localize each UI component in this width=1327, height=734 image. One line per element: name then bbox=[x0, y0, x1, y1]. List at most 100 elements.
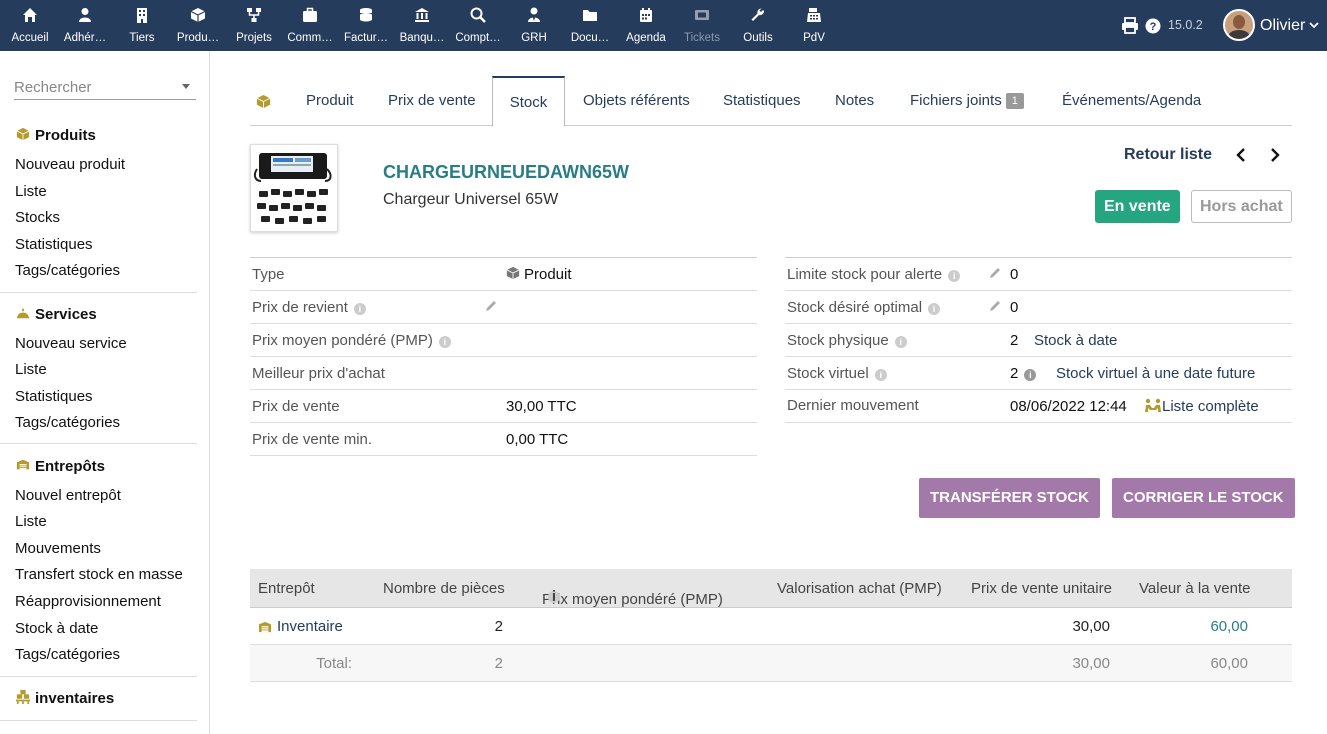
help-icon[interactable]: ? bbox=[1145, 17, 1161, 34]
sidebar-item-service-stats[interactable]: Statistiques bbox=[15, 388, 93, 405]
group-title: Services bbox=[35, 306, 97, 323]
ticket-icon bbox=[695, 10, 709, 20]
info-icon[interactable]: i bbox=[928, 303, 941, 315]
menu-accounting[interactable]: Compt… bbox=[450, 0, 506, 51]
top-navbar: Accueil Adhér… Tiers Produ… Projets Comm… bbox=[0, 0, 1327, 51]
field-row-alert-limit: Limite stock pour alerte i 0 bbox=[785, 258, 1292, 291]
menu-tickets[interactable]: Tickets bbox=[674, 0, 730, 51]
transfer-stock-button[interactable]: TRANSFÉRER STOCK bbox=[919, 478, 1100, 518]
chevron-down-icon[interactable] bbox=[1309, 22, 1319, 29]
sidebar-item-product-list[interactable]: Liste bbox=[15, 183, 47, 200]
menu-tools[interactable]: Outils bbox=[730, 0, 786, 51]
previous-icon[interactable] bbox=[1234, 147, 1248, 163]
sidebar-head-warehouses[interactable]: Entrepôts bbox=[15, 458, 105, 478]
product-photo[interactable] bbox=[250, 144, 338, 232]
sidebar-item-new-warehouse[interactable]: Nouvel entrepôt bbox=[15, 487, 121, 504]
menu-products[interactable]: Produ… bbox=[170, 0, 226, 51]
menu-documents[interactable]: Docu… bbox=[562, 0, 618, 51]
stock-at-date-link[interactable]: Stock à date bbox=[1034, 332, 1117, 349]
sidebar-item-service-list[interactable]: Liste bbox=[15, 361, 47, 378]
info-icon[interactable]: i bbox=[438, 336, 451, 348]
menu-billing[interactable]: Factur… bbox=[338, 0, 394, 51]
calendar-icon bbox=[640, 8, 652, 22]
next-icon[interactable] bbox=[1268, 147, 1282, 163]
back-to-list-link[interactable]: Retour liste bbox=[1124, 146, 1212, 164]
sidebar-item-replenishment[interactable]: Réapprovisionnement bbox=[15, 593, 161, 610]
divider bbox=[0, 443, 197, 444]
pencil-icon[interactable] bbox=[988, 266, 1002, 280]
pencil-icon[interactable] bbox=[988, 299, 1002, 313]
menu-label: GRH bbox=[521, 32, 547, 44]
warehouse-link[interactable]: Inventaire bbox=[277, 618, 343, 635]
cell-unit-price: 30,00 bbox=[1072, 618, 1110, 635]
avatar[interactable] bbox=[1223, 9, 1255, 41]
menu-thirdparties[interactable]: Tiers bbox=[114, 0, 170, 51]
virtual-stock-future-link[interactable]: Stock virtuel à une date future bbox=[1056, 365, 1255, 382]
sidebar-item-new-product[interactable]: Nouveau produit bbox=[15, 156, 125, 173]
pencil-icon[interactable] bbox=[484, 299, 498, 313]
menu-hrm[interactable]: GRH bbox=[506, 0, 562, 51]
field-label-text: Stock virtuel bbox=[787, 365, 869, 382]
correct-stock-button[interactable]: CORRIGER LE STOCK bbox=[1112, 478, 1295, 518]
sidebar-item-warehouse-list[interactable]: Liste bbox=[15, 513, 47, 530]
col-header-unit-price[interactable]: Prix de vente unitaire bbox=[971, 580, 1112, 597]
field-value: 30,00 TTC bbox=[506, 398, 577, 415]
sidebar-item-product-tags[interactable]: Tags/catégories bbox=[15, 262, 120, 279]
sidebar-item-new-service[interactable]: Nouveau service bbox=[15, 335, 127, 352]
sidebar-item-warehouse-tags[interactable]: Tags/catégories bbox=[15, 646, 120, 663]
sidebar-item-stocks[interactable]: Stocks bbox=[15, 209, 60, 226]
info-icon[interactable]: i bbox=[948, 270, 961, 282]
tab-sale-price[interactable]: Prix de vente bbox=[388, 76, 476, 126]
sidebar-item-product-stats[interactable]: Statistiques bbox=[15, 236, 93, 253]
menu-label: Tiers bbox=[129, 32, 155, 44]
tab-bar: Produit Prix de vente Stock Objets référ… bbox=[250, 76, 1292, 127]
status-not-purchasable-badge[interactable]: Hors achat bbox=[1191, 190, 1292, 223]
menu-commercial[interactable]: Comm… bbox=[282, 0, 338, 51]
tab-stock[interactable]: Stock bbox=[492, 76, 565, 127]
col-header-valuation[interactable]: Valorisation achat (PMP) bbox=[777, 580, 942, 597]
col-header-warehouse[interactable]: Entrepôt bbox=[258, 580, 315, 597]
tab-referrers[interactable]: Objets référents bbox=[583, 76, 690, 126]
info-icon[interactable]: i bbox=[894, 336, 907, 348]
briefcase-icon bbox=[303, 7, 317, 22]
sidebar-item-mass-transfer[interactable]: Transfert stock en masse bbox=[15, 566, 183, 583]
sidebar-head-products[interactable]: Produits bbox=[15, 127, 96, 147]
menu-home[interactable]: Accueil bbox=[2, 0, 58, 51]
menu-bank[interactable]: Banqu… bbox=[394, 0, 450, 51]
field-row-best-buy-price: Meilleur prix d'achat bbox=[250, 357, 757, 390]
info-icon[interactable]: i bbox=[548, 589, 560, 604]
menu-agenda[interactable]: Agenda bbox=[618, 0, 674, 51]
tab-events[interactable]: Événements/Agenda bbox=[1062, 76, 1201, 126]
col-header-qty[interactable]: Nombre de pièces bbox=[383, 580, 505, 597]
sidebar-head-inventories[interactable]: inventaires bbox=[15, 690, 114, 710]
status-on-sale-badge[interactable]: En vente bbox=[1095, 190, 1180, 223]
total-label: Total: bbox=[316, 655, 352, 672]
tab-attached-files[interactable]: Fichiers joints 1 bbox=[910, 76, 1024, 126]
col-header-sale-value[interactable]: Valeur à la vente bbox=[1139, 580, 1250, 597]
tab-notes[interactable]: Notes bbox=[835, 76, 874, 126]
movements-icon bbox=[1145, 398, 1161, 412]
sidebar-search-select[interactable]: Rechercher bbox=[14, 76, 196, 100]
tab-statistics[interactable]: Statistiques bbox=[723, 76, 801, 126]
info-icon[interactable]: i bbox=[1024, 369, 1037, 381]
info-icon[interactable]: i bbox=[353, 303, 366, 315]
menu-pos[interactable]: PdV bbox=[786, 0, 842, 51]
group-title: Produits bbox=[35, 127, 96, 144]
sidebar-item-service-tags[interactable]: Tags/catégories bbox=[15, 414, 120, 431]
print-icon[interactable] bbox=[1121, 17, 1139, 34]
user-name[interactable]: Olivier bbox=[1260, 17, 1305, 35]
sidebar-item-movements[interactable]: Mouvements bbox=[15, 540, 101, 557]
sidebar-head-services[interactable]: Services bbox=[15, 306, 97, 326]
info-icon[interactable]: i bbox=[874, 369, 887, 381]
field-label-text: Stock désiré optimal bbox=[787, 299, 923, 316]
field-label: Prix de vente bbox=[252, 398, 340, 415]
menu-projects[interactable]: Projets bbox=[226, 0, 282, 51]
field-value-text: 2 bbox=[1010, 365, 1019, 382]
tab-product[interactable]: Produit bbox=[306, 76, 354, 126]
field-label: Stock virtuel i bbox=[787, 365, 887, 382]
sidebar-item-stock-at-date[interactable]: Stock à date bbox=[15, 620, 98, 637]
field-label: Stock désiré optimal i bbox=[787, 299, 941, 316]
full-list-link[interactable]: Liste complète bbox=[1162, 398, 1259, 415]
cube-icon bbox=[190, 8, 206, 22]
menu-members[interactable]: Adhér… bbox=[57, 0, 113, 51]
